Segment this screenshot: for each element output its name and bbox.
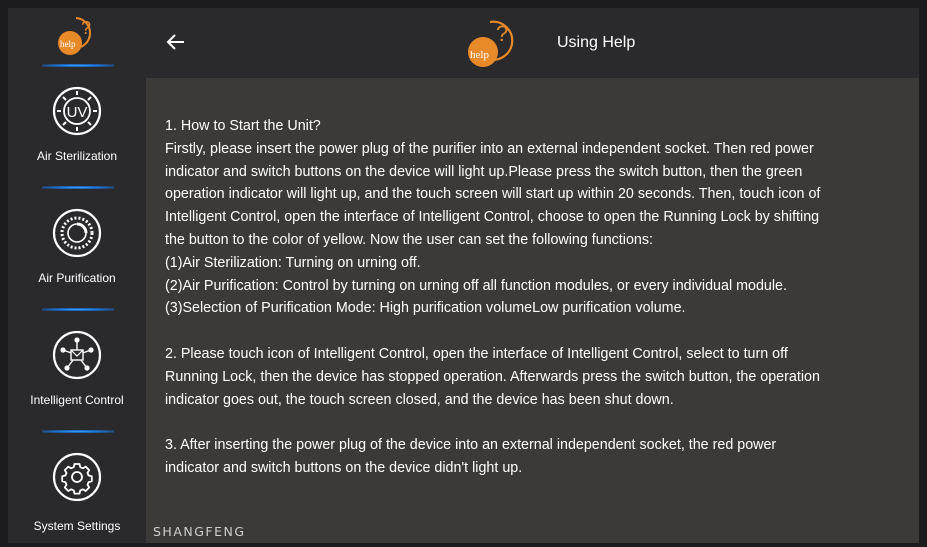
sidebar-item-label: Air Sterilization xyxy=(36,149,118,163)
help-line: (1)Air Sterilization: Turning on urning … xyxy=(165,254,421,271)
svg-text:help: help xyxy=(60,39,76,49)
sidebar-item-label: System Settings xyxy=(33,519,121,533)
fan-dial-icon xyxy=(52,208,102,258)
help-logo-icon: ? help xyxy=(58,17,92,55)
help-line: Intelligent Control, open the interface … xyxy=(165,209,820,226)
sidebar-item-intelligent-control[interactable]: Intelligent Control xyxy=(8,330,146,440)
sidebar-divider xyxy=(42,64,114,67)
sidebar-divider xyxy=(42,430,114,433)
sidebar-item-air-sterilization[interactable]: UV Air Sterilization xyxy=(8,86,146,196)
sidebar-item-system-settings[interactable]: System Settings xyxy=(8,452,146,543)
help-line: 1. How to Start the Unit? xyxy=(165,118,321,134)
back-arrow-icon[interactable] xyxy=(164,30,188,54)
sidebar-item-label: Intelligent Control xyxy=(30,393,124,407)
help-line: Firstly, please insert the power plug of… xyxy=(165,140,814,157)
help-line: (3)Selection of Purification Mode: High … xyxy=(165,300,686,317)
brand-logo: SHANGFENG xyxy=(153,524,246,539)
svg-text:UV: UV xyxy=(67,104,88,121)
help-line: operation indicator will light up, and t… xyxy=(165,186,821,203)
help-line: indicator and switch buttons on the devi… xyxy=(165,163,803,180)
sidebar-item-label: Air Purification xyxy=(38,271,116,285)
help-line: indicator and switch buttons on the devi… xyxy=(165,459,523,476)
help-text: 1. How to Start the Unit? Firstly, pleas… xyxy=(165,115,915,480)
svg-text:?: ? xyxy=(496,21,508,46)
help-line: 2. Please touch icon of Intelligent Cont… xyxy=(165,345,788,362)
page-title: Using Help xyxy=(557,34,636,51)
help-logo-icon: ? help xyxy=(468,20,514,67)
help-line: the button to the color of yellow. Now t… xyxy=(165,231,653,248)
svg-text:?: ? xyxy=(81,18,91,38)
network-hub-icon xyxy=(52,330,102,380)
sidebar: ? help UV Air Sterilization Air Purifica… xyxy=(8,8,146,543)
help-line: (2)Air Purification: Control by turning … xyxy=(165,277,787,294)
gear-icon xyxy=(52,452,102,502)
uv-icon: UV xyxy=(52,86,102,136)
header-bar: ? help Using Help xyxy=(146,8,919,78)
sidebar-item-air-purification[interactable]: Air Purification xyxy=(8,208,146,318)
sidebar-divider xyxy=(42,308,114,311)
svg-text:help: help xyxy=(470,49,489,61)
help-line: 3. After inserting the power plug of the… xyxy=(165,437,777,454)
help-line: indicator goes out, the touch screen clo… xyxy=(165,391,674,408)
help-line: Running Lock, then the device has stoppe… xyxy=(165,368,820,385)
sidebar-divider xyxy=(42,186,114,189)
app-frame: ? help UV Air Sterilization Air Purifica… xyxy=(8,8,919,543)
